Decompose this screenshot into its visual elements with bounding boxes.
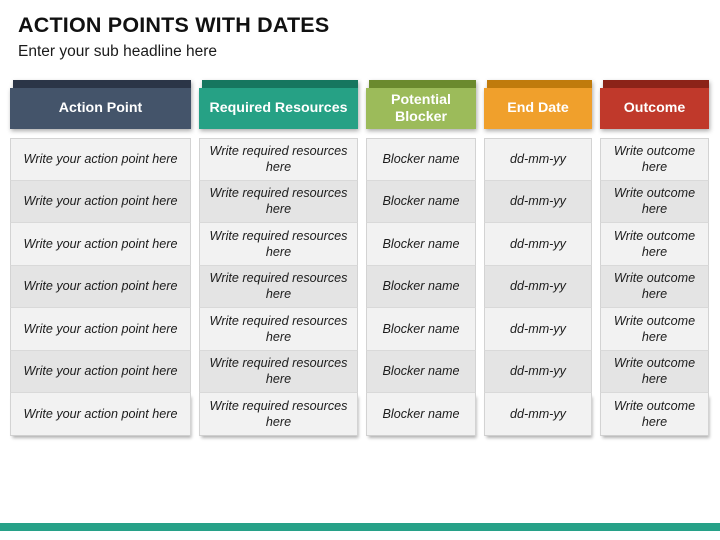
table-cell[interactable]: Blocker name	[366, 138, 476, 181]
table-cell[interactable]: Write required resources here	[199, 138, 358, 181]
table-cell[interactable]: Write outcome here	[600, 265, 709, 308]
table-cell[interactable]: Write your action point here	[10, 308, 191, 351]
column-header-label: Required Resources	[199, 88, 358, 129]
table-column: End Date dd-mm-yy dd-mm-yy dd-mm-yy dd-mm-yy…	[484, 80, 592, 436]
column-header-label: Outcome	[600, 88, 709, 129]
table-cell[interactable]: Blocker name	[366, 393, 476, 436]
column-header[interactable]: Action Point	[10, 80, 191, 129]
column-header-cap	[202, 80, 358, 88]
column-header[interactable]: Potential Blocker	[366, 80, 476, 129]
table-cell[interactable]: dd-mm-yy	[484, 138, 592, 181]
table-cell[interactable]: dd-mm-yy	[484, 180, 592, 223]
table-cell[interactable]: Write your action point here	[10, 393, 191, 436]
bottom-accent-bar	[0, 523, 720, 531]
table-cell[interactable]: Write outcome here	[600, 180, 709, 223]
column-header-label: Action Point	[10, 88, 191, 129]
table-cell[interactable]: Blocker name	[366, 265, 476, 308]
action-points-table: Action Point Write your action point here…	[10, 80, 712, 436]
column-header-cap	[369, 80, 476, 88]
table-cell[interactable]: Write outcome here	[600, 223, 709, 266]
table-cell[interactable]: Write required resources here	[199, 180, 358, 223]
column-header-cap	[603, 80, 709, 88]
table-cell[interactable]: Write your action point here	[10, 350, 191, 393]
table-cell[interactable]: Blocker name	[366, 180, 476, 223]
table-cell[interactable]: Write required resources here	[199, 265, 358, 308]
column-header[interactable]: Outcome	[600, 80, 709, 129]
table-cell[interactable]: Write your action point here	[10, 265, 191, 308]
slide-canvas: ACTION POINTS WITH DATES Enter your sub …	[0, 0, 720, 540]
table-cell[interactable]: Blocker name	[366, 350, 476, 393]
page-subtitle: Enter your sub headline here	[18, 43, 218, 60]
table-cell[interactable]: Write required resources here	[199, 393, 358, 436]
table-cell[interactable]: Write outcome here	[600, 308, 709, 351]
table-cell[interactable]: Write outcome here	[600, 138, 709, 181]
page-title: ACTION POINTS WITH DATES	[18, 13, 330, 37]
table-cell[interactable]: Write outcome here	[600, 350, 709, 393]
table-cell[interactable]: Write required resources here	[199, 350, 358, 393]
column-header-cap	[13, 80, 191, 88]
table-column: Action Point Write your action point here…	[10, 80, 191, 436]
table-cell[interactable]: Write required resources here	[199, 223, 358, 266]
column-header-label: End Date	[484, 88, 592, 129]
table-column: Required Resources Write required resourc…	[199, 80, 358, 436]
column-header[interactable]: Required Resources	[199, 80, 358, 129]
table-cell[interactable]: Write your action point here	[10, 138, 191, 181]
table-cell[interactable]: dd-mm-yy	[484, 350, 592, 393]
column-header-label: Potential Blocker	[366, 88, 476, 129]
table-cell[interactable]: Blocker name	[366, 308, 476, 351]
table-cell[interactable]: Write your action point here	[10, 223, 191, 266]
column-header-cap	[487, 80, 592, 88]
table-cell[interactable]: dd-mm-yy	[484, 393, 592, 436]
column-header[interactable]: End Date	[484, 80, 592, 129]
table-cell[interactable]: Write required resources here	[199, 308, 358, 351]
table-column: Outcome Write outcome here Write outcome h…	[600, 80, 709, 436]
table-cell[interactable]: Blocker name	[366, 223, 476, 266]
table-cell[interactable]: dd-mm-yy	[484, 308, 592, 351]
table-cell[interactable]: dd-mm-yy	[484, 265, 592, 308]
table-cell[interactable]: Write outcome here	[600, 393, 709, 436]
table-column: Potential Blocker Blocker name Blocker nam…	[366, 80, 476, 436]
title-block: ACTION POINTS WITH DATES Enter your sub …	[18, 12, 618, 63]
table-cell[interactable]: dd-mm-yy	[484, 223, 592, 266]
table-cell[interactable]: Write your action point here	[10, 180, 191, 223]
